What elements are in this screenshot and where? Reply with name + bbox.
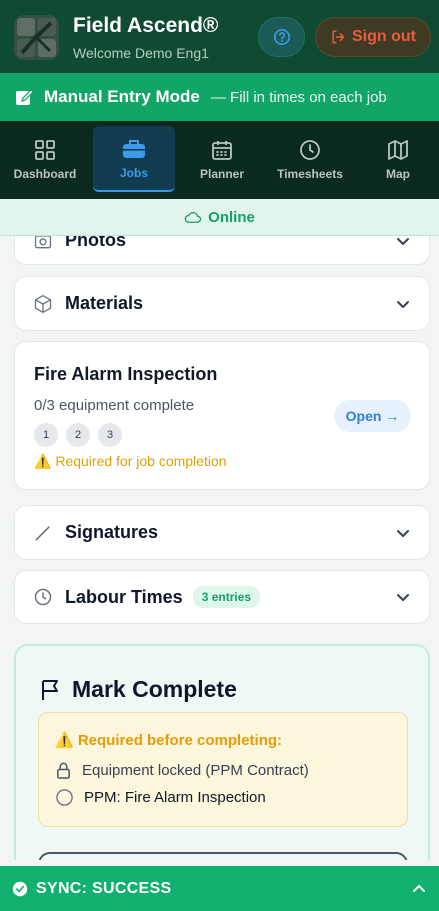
equipment-step: 1 — [34, 423, 58, 447]
job-title: Fire Alarm Inspection — [34, 364, 218, 384]
required-warning: ⚠️ Required for job completion — [34, 453, 227, 469]
pen-icon — [35, 525, 50, 540]
sign-out-label: Sign out — [352, 28, 416, 45]
manual-mode-subtitle: — Fill in times on each job — [210, 88, 387, 106]
labour-times-title: Labour Times — [65, 586, 183, 607]
requirement-locked: Equipment locked (PPM Contract) — [55, 761, 309, 780]
equipment-step: 2 — [66, 423, 90, 447]
nav-timesheets[interactable]: Timesheets — [269, 126, 351, 192]
mark-complete-header: Mark Complete — [40, 676, 237, 703]
box-icon — [34, 294, 52, 313]
check-circle-icon — [12, 881, 28, 896]
briefcase-icon — [123, 140, 145, 158]
connection-status: Online — [0, 199, 439, 236]
cloud-icon — [184, 211, 202, 223]
flag-icon — [42, 679, 58, 700]
online-label: Online — [208, 208, 255, 226]
nav-planner[interactable]: Planner — [181, 126, 263, 192]
signatures-title: Signatures — [65, 522, 159, 542]
radio-unchecked-icon — [56, 789, 73, 806]
chevron-down-icon — [397, 237, 409, 245]
sign-out-icon — [332, 30, 345, 44]
nav-label: Dashboard — [13, 167, 77, 181]
lock-icon — [57, 762, 70, 779]
app-header: Field Ascend® Welcome Demo Eng1 Sign out — [0, 0, 439, 73]
complete-job-button[interactable] — [38, 852, 408, 860]
mark-complete-title: Mark Complete — [72, 676, 237, 702]
sync-label: SYNC: SUCCESS — [36, 879, 172, 897]
equipment-steps: 1 2 3 — [34, 423, 122, 447]
photos-title: Photos — [65, 236, 126, 250]
job-detail-scroll[interactable]: Photos Materials Fire Alarm Inspection 0… — [0, 236, 439, 860]
edit-icon — [16, 89, 34, 105]
app-logo — [14, 15, 59, 60]
equipment-step: 3 — [98, 423, 122, 447]
equipment-progress: 0/3 equipment complete — [34, 397, 195, 414]
chevron-down-icon — [397, 529, 409, 537]
nav-label: Map — [386, 167, 410, 181]
camera-icon — [34, 236, 52, 248]
clock-icon — [34, 588, 52, 606]
main-nav: Dashboard Jobs Planner Timesheets Map — [0, 121, 439, 199]
app-title: Field Ascend® — [73, 14, 219, 37]
map-icon — [388, 140, 408, 160]
help-icon — [273, 28, 290, 46]
entries-badge: 3 entries — [192, 586, 261, 608]
mark-complete-card: Mark Complete ⚠️ Required before complet… — [14, 644, 430, 860]
requirement-locked-label: Equipment locked (PPM Contract) — [82, 762, 309, 779]
sign-out-button[interactable]: Sign out — [315, 17, 431, 57]
labour-times-section[interactable]: Labour Times 3 entries — [14, 570, 430, 624]
requirement-ppm-label: PPM: Fire Alarm Inspection — [84, 789, 266, 806]
clock-icon — [300, 140, 320, 160]
nav-jobs[interactable]: Jobs — [93, 126, 175, 192]
nav-dashboard[interactable]: Dashboard — [4, 126, 86, 192]
welcome-text: Welcome Demo Eng1 — [73, 45, 209, 61]
requirement-ppm[interactable]: PPM: Fire Alarm Inspection — [55, 788, 266, 807]
calendar-icon — [212, 141, 232, 160]
requirements-title: ⚠️ Required before completing: — [55, 732, 283, 749]
chevron-down-icon — [397, 300, 409, 308]
manual-mode-title: Manual Entry Mode — [44, 87, 200, 106]
nav-label: Planner — [199, 167, 244, 181]
grid-icon — [35, 140, 55, 160]
nav-label: Jobs — [119, 166, 148, 180]
photos-section[interactable]: Photos — [14, 236, 430, 265]
materials-section[interactable]: Materials — [14, 276, 430, 331]
chevron-down-icon — [397, 594, 409, 601]
chevron-up-icon — [413, 884, 425, 892]
materials-title: Materials — [65, 293, 144, 313]
signatures-section[interactable]: Signatures — [14, 505, 430, 560]
nav-label: Timesheets — [277, 167, 343, 181]
manual-entry-banner: Manual Entry Mode — Fill in times on eac… — [0, 73, 439, 121]
nav-map[interactable]: Map — [357, 126, 439, 192]
open-job-button[interactable]: Open → — [334, 400, 411, 432]
requirements-box: ⚠️ Required before completing: Equipment… — [38, 712, 408, 827]
sync-status-bar[interactable]: SYNC: SUCCESS — [0, 866, 439, 911]
help-button[interactable] — [258, 17, 305, 57]
equipment-job-card: Fire Alarm Inspection 0/3 equipment comp… — [14, 341, 430, 490]
